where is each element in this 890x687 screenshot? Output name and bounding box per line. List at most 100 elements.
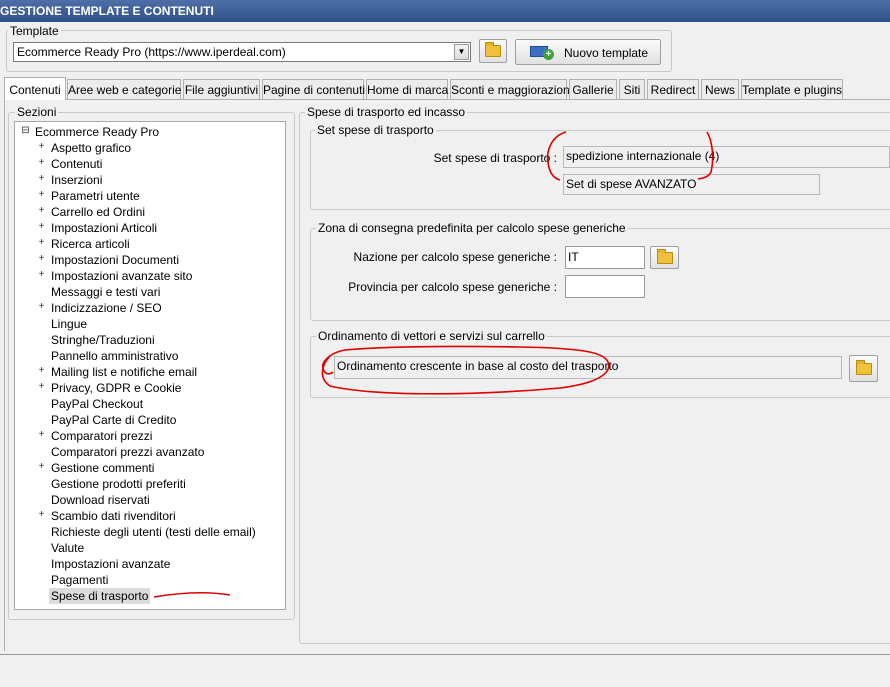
tab-label: Template e plugins — [742, 83, 843, 97]
nation-value: IT — [568, 250, 579, 264]
shipping-set-description-text: Set di spese AVANZATO — [566, 177, 697, 191]
tab-label: Contenuti — [9, 83, 61, 97]
tab-label: File aggiuntivi — [184, 83, 259, 97]
new-template-button[interactable]: + Nuovo template — [515, 39, 661, 65]
expand-icon[interactable]: + — [37, 254, 46, 264]
tab-pagine-contenuti[interactable]: Pagine di contenuti — [262, 79, 366, 99]
tab-label: Aree web e categorie — [68, 83, 182, 97]
tab-label: Sconti e maggiorazioni — [451, 83, 573, 97]
tree-item-label: Download riservati — [51, 493, 150, 507]
tree-item-label: Privacy, GDPR e Cookie — [51, 381, 182, 395]
expand-icon[interactable]: + — [37, 270, 46, 280]
expand-icon[interactable]: + — [37, 142, 46, 152]
tab-template-plugins[interactable]: Template e plugins — [741, 79, 843, 99]
tree-item-label: Impostazioni Documenti — [51, 253, 180, 267]
province-input[interactable] — [565, 275, 645, 298]
expand-icon[interactable]: + — [37, 302, 46, 312]
tab-label: News — [704, 83, 735, 97]
carrier-order-value: Ordinamento crescente in base al costo d… — [337, 359, 619, 373]
tree-item-label: Impostazioni Articoli — [51, 221, 158, 235]
tree-item-label: Pannello amministrativo — [51, 349, 179, 363]
tree-item-label: Gestione commenti — [51, 461, 155, 475]
shipping-set-label: Set spese di trasporto : — [433, 151, 557, 165]
tree-item-label: Impostazioni avanzate sito — [51, 269, 193, 283]
tab-contenuti[interactable]: Contenuti — [4, 77, 66, 100]
tree-item-label: Impostazioni avanzate — [51, 557, 171, 571]
tree-item-label: Pagamenti — [51, 573, 109, 587]
tree-item-label: Mailing list e notifiche email — [51, 365, 198, 379]
tree-item-label: Aspetto grafico — [51, 141, 132, 155]
folder-icon — [855, 359, 872, 375]
tree-item-label: Carrello ed Ordini — [51, 205, 146, 219]
template-select[interactable]: Ecommerce Ready Pro (https://www.iperdea… — [13, 42, 471, 62]
tab-label: Redirect — [650, 83, 696, 97]
template-select-value: Ecommerce Ready Pro (https://www.iperdea… — [17, 45, 286, 59]
expand-icon[interactable]: + — [37, 382, 46, 392]
tree-item-label: Ricerca articoli — [51, 237, 130, 251]
tab-gallerie[interactable]: Gallerie — [569, 79, 617, 99]
tab-label: Home di marca — [367, 83, 449, 97]
nation-label: Nazione per calcolo spese generiche : — [353, 250, 557, 264]
shipping-set-group — [310, 130, 890, 210]
tab-home-marca[interactable]: Home di marca — [366, 79, 448, 99]
tree-item-label: Spese di trasporto — [49, 588, 151, 604]
tab-label: Pagine di contenuti — [263, 83, 366, 97]
tree-item-label: PayPal Carte di Credito — [51, 413, 177, 427]
tab-siti[interactable]: Siti — [619, 79, 645, 99]
tree-root-label: Ecommerce Ready Pro — [35, 125, 160, 139]
tree-item-label: Messaggi e testi vari — [51, 285, 161, 299]
province-label: Provincia per calcolo spese generiche : — [348, 280, 557, 294]
tab-label: Gallerie — [572, 83, 614, 97]
tab-redirect[interactable]: Redirect — [647, 79, 699, 99]
expand-icon[interactable]: + — [37, 206, 46, 216]
new-template-label: Nuovo template — [564, 46, 649, 60]
nation-input[interactable]: IT — [565, 246, 645, 269]
tab-file-aggiuntivi[interactable]: File aggiuntivi — [183, 79, 260, 99]
tree-item-label: Lingue — [51, 317, 88, 331]
carrier-order-field[interactable]: Ordinamento crescente in base al costo d… — [334, 356, 842, 379]
shipping-panel-title: Spese di trasporto ed incasso — [305, 105, 468, 119]
expand-icon[interactable]: + — [37, 222, 46, 232]
sections-group-label: Sezioni — [15, 105, 59, 119]
tree-item-label: Comparatori prezzi — [51, 429, 153, 443]
open-template-button[interactable] — [479, 39, 507, 63]
plus-icon: + — [543, 49, 554, 60]
tab-bar: Contenuti Aree web e categorie File aggi… — [0, 77, 890, 100]
tree-item-label: Valute — [51, 541, 85, 555]
tree-item-label: Stringhe/Traduzioni — [51, 333, 155, 347]
expand-icon[interactable]: + — [37, 510, 46, 520]
tab-news[interactable]: News — [701, 79, 739, 99]
expand-icon[interactable]: + — [37, 158, 46, 168]
expand-icon[interactable]: + — [37, 174, 46, 184]
folder-icon — [656, 248, 673, 264]
tab-sconti[interactable]: Sconti e maggiorazioni — [450, 79, 572, 99]
tree-item-label: Inserzioni — [51, 173, 103, 187]
tab-label: Siti — [623, 83, 641, 97]
chevron-down-icon[interactable]: ▼ — [454, 44, 469, 60]
expand-icon[interactable]: + — [37, 430, 46, 440]
expand-icon[interactable]: + — [37, 190, 46, 200]
tree-item-label: Indicizzazione / SEO — [51, 301, 162, 315]
shipping-set-field[interactable]: spedizione internazionale (4) — [563, 146, 890, 168]
carrier-order-group-label: Ordinamento di vettori e servizi sul car… — [316, 329, 547, 343]
expand-icon[interactable]: + — [37, 462, 46, 472]
tree-item-label: Comparatori prezzi avanzato — [51, 445, 205, 459]
shipping-set-description: Set di spese AVANZATO — [563, 174, 820, 195]
expand-icon[interactable]: + — [37, 366, 46, 376]
tab-aree-web[interactable]: Aree web e categorie — [67, 79, 181, 99]
window-title: GESTIONE TEMPLATE E CONTENUTI — [0, 0, 890, 22]
collapse-icon[interactable]: ⊟ — [21, 126, 30, 136]
tree-item-label: PayPal Checkout — [51, 397, 144, 411]
expand-icon[interactable]: + — [37, 238, 46, 248]
tree-item-label: Scambio dati rivenditori — [51, 509, 176, 523]
tree-item-label: Parametri utente — [51, 189, 140, 203]
shipping-set-group-label: Set spese di trasporto — [315, 123, 436, 137]
status-bar — [0, 654, 890, 687]
delivery-zone-group-label: Zona di consegna predefinita per calcolo… — [316, 221, 628, 235]
tree-item-label: Richieste degli utenti (testi delle emai… — [51, 525, 256, 539]
carrier-order-browse-button[interactable] — [849, 355, 878, 382]
sections-tree[interactable]: ⊟ Ecommerce Ready Pro + Aspetto grafico + C… — [14, 121, 286, 610]
shipping-set-value: spedizione internazionale (4) — [566, 149, 720, 163]
template-group-label: Template — [8, 24, 61, 38]
nation-browse-button[interactable] — [650, 246, 679, 269]
